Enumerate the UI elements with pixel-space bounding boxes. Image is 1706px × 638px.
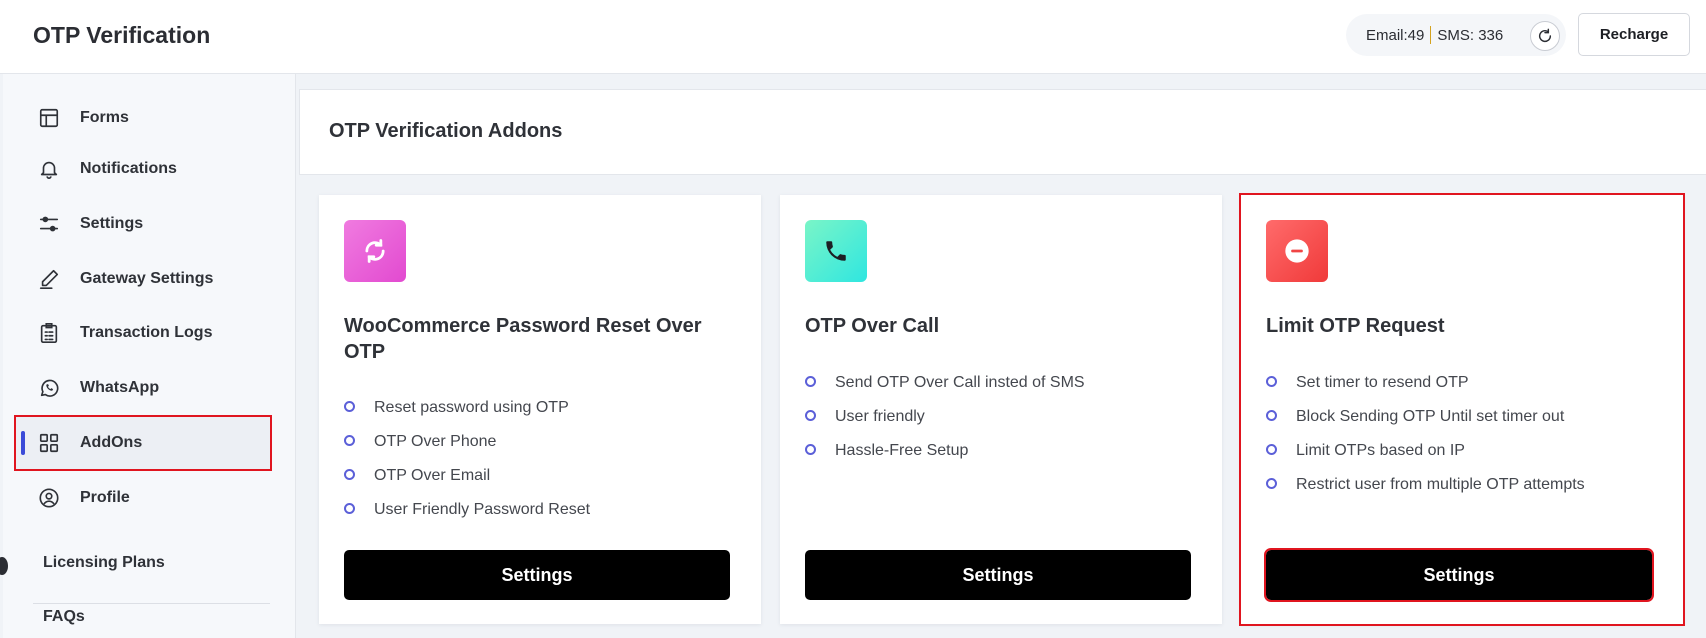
- feature-item: Send OTP Over Call insted of SMS: [805, 373, 1085, 407]
- feature-item: Block Sending OTP Until set timer out: [1266, 407, 1585, 441]
- sidebar-item-label: Notifications: [80, 160, 177, 177]
- sidebar-item-label: Forms: [80, 109, 129, 126]
- sidebar-link-faqs[interactable]: FAQs: [43, 608, 85, 626]
- sidebar-item-whatsapp[interactable]: WhatsApp: [16, 362, 270, 414]
- feature-item: OTP Over Phone: [344, 432, 590, 466]
- feature-item: User Friendly Password Reset: [344, 500, 590, 534]
- feature-item: Limit OTPs based on IP: [1266, 441, 1585, 475]
- feature-item: OTP Over Email: [344, 466, 590, 500]
- sidebar-item-label: AddOns: [80, 434, 143, 451]
- card-title: Limit OTP Request: [1266, 315, 1445, 337]
- sidebar-item-gateway-settings[interactable]: Gateway Settings: [16, 253, 270, 305]
- sliders-icon: [36, 211, 62, 237]
- refresh-icon: [344, 220, 406, 282]
- refresh-icon[interactable]: [1530, 21, 1560, 51]
- sidebar-item-label: WhatsApp: [80, 379, 160, 396]
- page-title: OTP Verification Addons: [329, 120, 563, 142]
- feature-item: Hassle-Free Setup: [805, 441, 1085, 475]
- clipboard-list-icon: [36, 320, 62, 346]
- minus-circle-icon: [1266, 220, 1328, 282]
- sidebar-item-label: Settings: [80, 215, 144, 232]
- sidebar-item-transaction-logs[interactable]: Transaction Logs: [16, 307, 270, 359]
- addon-card-otp-over-call: OTP Over Call Send OTP Over Call insted …: [780, 195, 1222, 624]
- feature-item: Reset password using OTP: [344, 398, 590, 432]
- sidebar-item-notifications[interactable]: Notifications: [16, 143, 270, 195]
- grid-icon: [36, 430, 62, 456]
- feature-item: User friendly: [805, 407, 1085, 441]
- sidebar-item-label: Gateway Settings: [80, 270, 214, 287]
- addon-card-woocommerce-password-reset: WooCommerce Password Reset Over OTP Rese…: [319, 195, 761, 624]
- top-header: OTP Verification Email:49 SMS: 336 Recha…: [0, 0, 1706, 74]
- limit-otp-settings-button[interactable]: Settings: [1264, 548, 1654, 602]
- sidebar: Forms Notifications Settings Gateway Set…: [0, 74, 296, 638]
- pen-icon: [36, 266, 62, 292]
- sidebar-item-forms[interactable]: Forms: [16, 92, 270, 144]
- sidebar-collapse-handle[interactable]: [0, 557, 8, 575]
- quota-display: Email:49 SMS: 336: [1346, 14, 1566, 56]
- feature-list: Reset password using OTP OTP Over Phone …: [344, 398, 590, 534]
- whatsapp-icon: [36, 375, 62, 401]
- addon-card-limit-otp-request: Limit OTP Request Set timer to resend OT…: [1239, 193, 1685, 626]
- otp-over-call-settings-button[interactable]: Settings: [805, 550, 1191, 600]
- phone-icon: [805, 220, 867, 282]
- bell-icon: [36, 156, 62, 182]
- sidebar-item-addons[interactable]: AddOns: [14, 415, 272, 471]
- sms-quota: SMS: 336: [1437, 26, 1504, 44]
- sidebar-item-settings[interactable]: Settings: [16, 198, 270, 250]
- card-title: OTP Over Call: [805, 315, 940, 337]
- recharge-button[interactable]: Recharge: [1578, 13, 1690, 56]
- quota-separator: [1430, 26, 1432, 44]
- woocommerce-settings-button[interactable]: Settings: [344, 550, 730, 600]
- sidebar-item-label: Profile: [80, 489, 130, 506]
- addons-panel-header: OTP Verification Addons: [299, 89, 1706, 175]
- card-title: WooCommerce Password Reset Over OTP: [344, 315, 702, 363]
- feature-item: Set timer to resend OTP: [1266, 373, 1585, 407]
- sidebar-divider: [33, 603, 270, 604]
- sidebar-item-label: Transaction Logs: [80, 324, 213, 341]
- app-title: OTP Verification: [33, 22, 211, 48]
- sidebar-item-profile[interactable]: Profile: [16, 472, 270, 524]
- feature-item: Restrict user from multiple OTP attempts: [1266, 475, 1585, 509]
- email-quota: Email:49: [1366, 26, 1425, 44]
- user-circle-icon: [36, 485, 62, 511]
- feature-list: Set timer to resend OTP Block Sending OT…: [1266, 373, 1585, 509]
- feature-list: Send OTP Over Call insted of SMS User fr…: [805, 373, 1085, 475]
- layout-icon: [36, 105, 62, 131]
- sidebar-link-licensing-plans[interactable]: Licensing Plans: [43, 554, 165, 572]
